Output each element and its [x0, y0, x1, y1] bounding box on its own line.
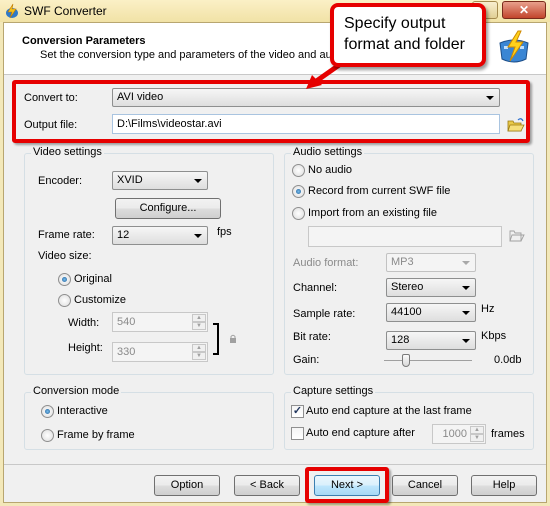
bit-rate-value: 128 — [391, 334, 410, 346]
gain-label: Gain: — [293, 354, 320, 366]
frames-spinner[interactable]: 1000 ▲ ▼ — [432, 424, 486, 444]
sample-rate-value: 44100 — [391, 306, 422, 318]
frame-by-frame-label: Frame by frame — [57, 429, 135, 441]
height-value: 330 — [117, 346, 136, 358]
bit-rate-unit: Kbps — [481, 330, 507, 342]
encoder-value: XVID — [117, 174, 143, 186]
import-file-input[interactable] — [308, 226, 502, 247]
capture-settings-group: Capture settings — [284, 385, 534, 450]
frames-unit: frames — [491, 428, 525, 440]
height-label: Height: — [68, 342, 103, 354]
auto-end-after-label: Auto end capture after — [306, 427, 415, 439]
window-title: SWF Converter — [24, 4, 107, 18]
original-radio[interactable] — [58, 273, 71, 286]
chevron-down-icon — [194, 179, 202, 183]
spin-up-icon[interactable]: ▲ — [192, 344, 206, 352]
output-settings-highlight — [12, 80, 530, 143]
video-settings-title: Video settings — [31, 146, 104, 158]
close-button[interactable]: ✕ — [502, 1, 546, 19]
callout-line-1: Specify output — [344, 15, 446, 32]
bit-rate-label: Bit rate: — [293, 331, 331, 343]
page-title: Conversion Parameters — [22, 35, 146, 47]
sample-rate-dropdown[interactable]: 44100 — [386, 303, 476, 322]
capture-settings-title: Capture settings — [291, 385, 376, 397]
back-button[interactable]: < Back — [234, 475, 300, 496]
next-button-highlight — [305, 467, 389, 503]
auto-end-last-checkbox[interactable]: ✓ — [291, 405, 304, 418]
frame-rate-dropdown[interactable]: 12 — [112, 226, 208, 245]
interactive-radio[interactable] — [41, 405, 54, 418]
width-spinner[interactable]: 540 ▲ ▼ — [112, 312, 208, 332]
customize-label: Customize — [74, 294, 126, 306]
gain-slider[interactable] — [384, 354, 472, 367]
spin-down-icon[interactable]: ▼ — [470, 434, 484, 442]
spin-up-icon[interactable]: ▲ — [192, 314, 206, 322]
option-button[interactable]: Option — [154, 475, 220, 496]
spin-up-icon[interactable]: ▲ — [470, 426, 484, 434]
no-audio-radio[interactable] — [292, 164, 305, 177]
sample-rate-unit: Hz — [481, 303, 495, 315]
chevron-down-icon — [462, 261, 470, 265]
callout-line-2: format and folder — [344, 36, 465, 53]
audio-settings-title: Audio settings — [291, 146, 365, 158]
height-spinner[interactable]: 330 ▲ ▼ — [112, 342, 208, 362]
spin-down-icon[interactable]: ▼ — [192, 322, 206, 330]
encoder-label: Encoder: — [38, 175, 83, 187]
audio-format-label: Audio format: — [293, 257, 359, 269]
help-button[interactable]: Help — [471, 475, 537, 496]
import-file-label: Import from an existing file — [308, 207, 437, 219]
browse-audio-folder-icon[interactable] — [509, 228, 525, 242]
width-value: 540 — [117, 316, 136, 328]
import-file-radio[interactable] — [292, 207, 305, 220]
original-label: Original — [74, 273, 112, 285]
chevron-down-icon — [462, 286, 470, 290]
lightning-film-icon — [499, 30, 529, 63]
sample-rate-label: Sample rate: — [293, 308, 356, 320]
conversion-mode-group: Conversion mode — [24, 385, 274, 450]
spin-down-icon[interactable]: ▼ — [192, 352, 206, 360]
bit-rate-dropdown[interactable]: 128 — [386, 331, 476, 350]
record-swf-radio[interactable] — [292, 185, 305, 198]
encoder-dropdown[interactable]: XVID — [112, 171, 208, 190]
auto-end-after-checkbox[interactable] — [291, 427, 304, 440]
configure-button[interactable]: Configure... — [115, 198, 221, 219]
frame-by-frame-radio[interactable] — [41, 429, 54, 442]
gain-slider-thumb[interactable] — [402, 354, 410, 367]
chevron-down-icon — [462, 311, 470, 315]
auto-end-last-label: Auto end capture at the last frame — [306, 405, 472, 417]
lock-icon[interactable] — [229, 334, 237, 344]
audio-format-value: MP3 — [391, 256, 414, 268]
frames-value: 1000 — [442, 428, 467, 440]
conversion-mode-title: Conversion mode — [31, 385, 122, 397]
interactive-label: Interactive — [57, 405, 108, 417]
frame-rate-label: Frame rate: — [38, 229, 95, 241]
cancel-button[interactable]: Cancel — [392, 475, 458, 496]
annotation-callout: Specify output format and folder — [330, 3, 486, 67]
aspect-link-bracket — [213, 323, 219, 355]
video-size-label: Video size: — [38, 250, 92, 262]
audio-format-dropdown[interactable]: MP3 — [386, 253, 476, 272]
chevron-down-icon — [462, 339, 470, 343]
no-audio-label: No audio — [308, 164, 353, 176]
record-swf-label: Record from current SWF file — [308, 185, 451, 197]
channel-value: Stereo — [391, 281, 424, 293]
chevron-down-icon — [194, 234, 202, 238]
customize-radio[interactable] — [58, 294, 71, 307]
channel-label: Channel: — [293, 282, 338, 294]
app-icon — [6, 3, 18, 19]
channel-dropdown[interactable]: Stereo — [386, 278, 476, 297]
fps-unit: fps — [217, 226, 232, 238]
gain-value: 0.0db — [494, 354, 522, 366]
footer-divider — [4, 464, 546, 465]
width-label: Width: — [68, 317, 100, 329]
frame-rate-value: 12 — [117, 229, 130, 241]
